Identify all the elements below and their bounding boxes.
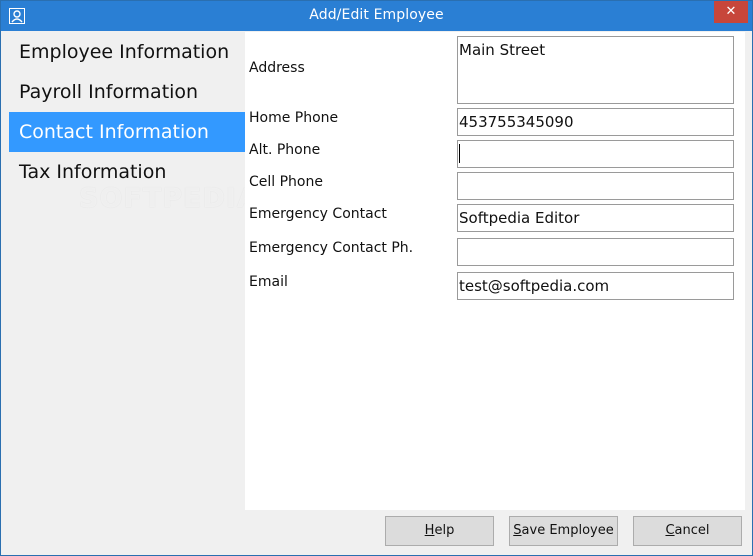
text-caret: [459, 144, 460, 163]
help-label: elp: [434, 523, 455, 538]
nav-item-employee-information[interactable]: Employee Information: [9, 32, 245, 72]
home-phone-field[interactable]: 453755345090: [457, 108, 734, 136]
home-phone-label: Home Phone: [249, 110, 339, 126]
window-title: Add/Edit Employee: [309, 7, 444, 23]
cancel-label: ancel: [674, 523, 710, 538]
home-phone-value: 453755345090: [459, 113, 574, 131]
nav-item-payroll-information[interactable]: Payroll Information: [9, 72, 245, 112]
close-button[interactable]: ✕: [714, 1, 748, 23]
address-field[interactable]: Main Street: [457, 36, 734, 104]
emergency-contact-phone-label: Emergency Contact Ph.: [249, 240, 414, 256]
emergency-contact-field[interactable]: Softpedia Editor: [457, 204, 734, 232]
help-access-key: H: [424, 523, 435, 538]
nav-item-contact-information[interactable]: Contact Information: [9, 112, 245, 152]
title-bar[interactable]: Add/Edit Employee ✕: [1, 1, 752, 31]
save-label: ave Employee: [521, 523, 614, 538]
cell-phone-field[interactable]: [457, 172, 734, 200]
cell-phone-label: Cell Phone: [249, 174, 323, 190]
add-edit-employee-window: Add/Edit Employee ✕ Employee Information…: [0, 0, 753, 556]
email-field[interactable]: test@softpedia.com: [457, 272, 734, 300]
section-nav: Employee Information Payroll Information…: [9, 32, 258, 510]
emergency-contact-phone-field[interactable]: [457, 238, 734, 266]
help-button[interactable]: Help: [385, 516, 494, 546]
cancel-access-key: C: [665, 523, 675, 538]
alt-phone-label: Alt. Phone: [249, 142, 321, 158]
emergency-contact-value: Softpedia Editor: [459, 209, 580, 227]
close-icon: ✕: [725, 4, 737, 19]
alt-phone-field[interactable]: [457, 140, 734, 168]
emergency-contact-label: Emergency Contact: [249, 206, 387, 222]
cancel-button[interactable]: Cancel: [633, 516, 742, 546]
save-employee-button[interactable]: Save Employee: [509, 516, 618, 546]
nav-item-tax-information[interactable]: Tax Information: [9, 152, 245, 192]
save-access-key: S: [513, 523, 522, 538]
address-value: Main Street: [459, 41, 546, 59]
contact-form: Address Main Street Home Phone 453755345…: [245, 32, 745, 510]
email-label: Email: [249, 274, 288, 290]
email-value: test@softpedia.com: [459, 277, 610, 295]
address-label: Address: [249, 60, 305, 76]
